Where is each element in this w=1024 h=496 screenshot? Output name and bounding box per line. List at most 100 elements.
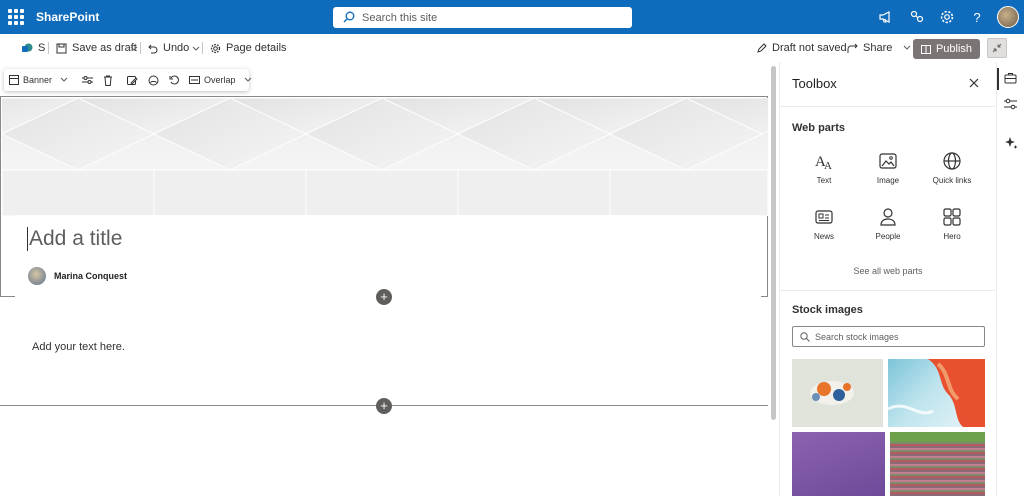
save-icon bbox=[56, 43, 67, 53]
page-details-button[interactable]: Page details bbox=[210, 42, 287, 54]
stock-image-thumbnail[interactable] bbox=[792, 432, 885, 496]
collapse-icon bbox=[992, 43, 1002, 53]
webpart-hero[interactable]: Hero bbox=[922, 207, 982, 241]
scrollbar-thumb[interactable] bbox=[771, 66, 776, 420]
webpart-label: Text bbox=[816, 176, 832, 185]
add-section-button[interactable]: + bbox=[376, 289, 392, 305]
image-icon bbox=[879, 153, 897, 169]
app-brand[interactable]: SharePoint bbox=[36, 10, 99, 24]
news-icon bbox=[815, 210, 833, 224]
user-avatar[interactable] bbox=[997, 6, 1019, 28]
chevron-down-icon[interactable] bbox=[130, 46, 138, 52]
stock-images-search-input[interactable]: Search stock images bbox=[792, 326, 985, 347]
author-name: Marina Conquest bbox=[54, 271, 128, 281]
reset-icon bbox=[169, 75, 179, 85]
draft-status-label: Draft not saved bbox=[772, 42, 847, 54]
chevron-down-icon bbox=[904, 45, 911, 50]
toolbox-icon[interactable] bbox=[1004, 72, 1017, 84]
webpart-label: Hero bbox=[943, 232, 961, 241]
draft-status: Draft not saved bbox=[756, 42, 847, 54]
stock-image-thumbnail[interactable] bbox=[792, 359, 883, 427]
undo-label: Undo bbox=[163, 42, 190, 54]
book-icon bbox=[920, 44, 931, 54]
gear-icon[interactable] bbox=[939, 9, 955, 25]
focal-point-icon bbox=[148, 75, 159, 85]
stock-image-thumbnail[interactable] bbox=[888, 359, 985, 427]
save-draft-button[interactable]: Save as draft bbox=[56, 42, 137, 54]
reset-button[interactable] bbox=[164, 69, 184, 91]
see-all-webparts-link[interactable]: See all web parts bbox=[780, 266, 995, 276]
waffle-icon[interactable] bbox=[8, 9, 24, 25]
page-details-label: Page details bbox=[226, 42, 287, 54]
divider bbox=[780, 106, 995, 107]
webpart-news[interactable]: News bbox=[794, 207, 854, 241]
undo-button[interactable]: Undo bbox=[147, 42, 189, 54]
search-placeholder: Search this site bbox=[362, 12, 438, 24]
change-image-button[interactable] bbox=[122, 69, 143, 91]
help-icon[interactable]: ? bbox=[969, 9, 985, 25]
stock-image-graphic bbox=[810, 381, 854, 405]
title-banner[interactable]: Add a title Marina Conquest bbox=[0, 96, 768, 297]
divider bbox=[140, 42, 141, 54]
focal-point-button[interactable] bbox=[143, 69, 164, 91]
title-area[interactable]: Add a title Marina Conquest bbox=[15, 215, 761, 297]
command-bar: S Save as draft Undo Page details Draft … bbox=[0, 34, 1024, 62]
suite-bar: SharePoint Search this site ? bbox=[0, 0, 1024, 34]
trash-icon bbox=[104, 75, 113, 86]
banner-background bbox=[2, 98, 768, 216]
right-rail bbox=[996, 62, 1024, 496]
stock-image-thumbnail[interactable] bbox=[890, 432, 985, 496]
site-switcher[interactable]: S bbox=[22, 42, 45, 54]
webpart-text[interactable]: AA Text bbox=[794, 151, 854, 185]
search-icon bbox=[343, 11, 355, 23]
web-parts-heading: Web parts bbox=[792, 122, 845, 134]
stock-images-heading: Stock images bbox=[792, 304, 863, 316]
collapse-button[interactable] bbox=[987, 38, 1007, 58]
webpart-image[interactable]: Image bbox=[858, 151, 918, 185]
banner-layout-icon bbox=[9, 75, 19, 85]
chevron-down-icon[interactable] bbox=[192, 46, 200, 52]
site-search-box[interactable]: Search this site bbox=[333, 7, 632, 28]
image-edit-icon bbox=[127, 75, 138, 85]
edit-properties-button[interactable] bbox=[77, 69, 98, 91]
overlay-dropdown[interactable]: Overlap bbox=[184, 69, 257, 91]
delete-button[interactable] bbox=[98, 69, 118, 91]
canvas-scrollbar[interactable] bbox=[770, 62, 778, 496]
chevron-down-icon bbox=[60, 77, 68, 82]
rail-selected-indicator bbox=[997, 68, 999, 90]
svg-text:A: A bbox=[824, 160, 832, 171]
layout-dropdown[interactable]: Banner bbox=[4, 69, 73, 91]
webpart-toolbar: Banner Overlap bbox=[4, 69, 251, 91]
megaphone-icon[interactable] bbox=[878, 9, 894, 25]
add-section-button[interactable]: + bbox=[376, 398, 392, 414]
share-button[interactable]: Share bbox=[847, 42, 911, 54]
sliders-icon bbox=[82, 76, 94, 84]
text-webpart-placeholder[interactable]: Add your text here. bbox=[32, 341, 125, 353]
share-network-icon[interactable] bbox=[909, 9, 925, 25]
sparkle-icon[interactable] bbox=[1004, 136, 1018, 150]
webpart-quick-links[interactable]: Quick links bbox=[922, 151, 982, 185]
layout-label: Banner bbox=[23, 75, 53, 85]
author-byline: Marina Conquest bbox=[28, 267, 127, 285]
webpart-people[interactable]: People bbox=[858, 207, 918, 241]
site-initial: S bbox=[38, 42, 46, 54]
divider bbox=[202, 42, 203, 54]
publish-button[interactable]: Publish bbox=[913, 39, 980, 59]
pencil-icon bbox=[757, 42, 767, 53]
sliders-icon[interactable] bbox=[1004, 98, 1017, 110]
toolbox-panel: Toolbox Web parts AA Text Image Quick li… bbox=[779, 62, 995, 496]
hexagon-pattern-graphic bbox=[2, 98, 768, 216]
page-title-input[interactable]: Add a title bbox=[27, 227, 122, 251]
webpart-label: News bbox=[813, 232, 834, 241]
share-label: Share bbox=[863, 42, 893, 54]
publish-label: Publish bbox=[935, 43, 973, 55]
divider bbox=[780, 290, 995, 291]
text-icon: AA bbox=[815, 154, 832, 171]
hero-grid-icon bbox=[943, 208, 961, 226]
close-icon[interactable] bbox=[968, 77, 980, 89]
sharepoint-logo-icon bbox=[22, 43, 33, 52]
stock-search-placeholder: Search stock images bbox=[815, 332, 899, 342]
toolbox-title: Toolbox bbox=[792, 76, 837, 91]
undo-icon bbox=[148, 44, 158, 53]
author-avatar bbox=[28, 267, 46, 285]
